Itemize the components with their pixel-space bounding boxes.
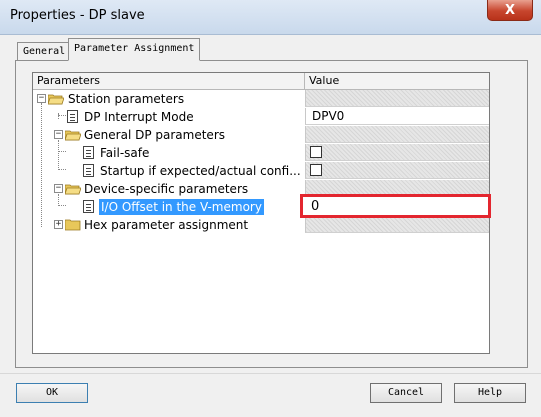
io-offset-value-field[interactable]: 0 (300, 194, 491, 218)
collapse-icon[interactable]: − (54, 130, 63, 139)
column-header-value[interactable]: Value (305, 73, 489, 89)
tree-label: Station parameters (68, 92, 185, 106)
expand-icon[interactable]: + (54, 220, 63, 229)
parameter-icon (83, 200, 94, 213)
tree-row-general-dp-parameters[interactable]: − General DP parameters (33, 126, 489, 144)
tree-label-selected: I/O Offset in the V-memory (99, 199, 264, 215)
io-offset-value: 0 (311, 199, 320, 214)
column-header-parameters[interactable]: Parameters (33, 73, 305, 89)
closed-folder-icon (65, 219, 81, 231)
value-cell (305, 216, 489, 233)
value-cell (305, 126, 489, 143)
tree-label: General DP parameters (84, 128, 225, 142)
divider (0, 373, 541, 374)
collapse-icon[interactable]: − (37, 94, 46, 103)
open-folder-icon (65, 130, 81, 141)
title-bar: Properties - DP slave X (0, 0, 541, 35)
tree-label: Startup if expected/actual confi... (100, 164, 301, 178)
tree-row-dp-interrupt-mode[interactable]: DP Interrupt Mode DPV0 (33, 108, 489, 126)
tree-row-startup[interactable]: Startup if expected/actual confi... (33, 162, 489, 180)
tree-row-fail-safe[interactable]: Fail-safe (33, 144, 489, 162)
parameter-icon (67, 110, 78, 123)
value-cell (305, 144, 489, 161)
value-cell (305, 90, 489, 107)
tree-label: DP Interrupt Mode (84, 110, 194, 124)
collapse-icon[interactable]: − (54, 184, 63, 193)
tab-parameter-assignment[interactable]: Parameter Assignment (68, 38, 201, 61)
window-title: Properties - DP slave (10, 8, 145, 23)
close-icon: X (504, 2, 516, 18)
tree-row-hex-parameter-assignment[interactable]: + Hex parameter assignment (33, 216, 489, 234)
open-folder-icon (65, 184, 81, 195)
parameter-icon (83, 164, 94, 177)
close-button[interactable]: X (487, 0, 533, 21)
parameter-icon (83, 146, 94, 159)
help-button[interactable]: Help (454, 383, 526, 403)
tree-label: Device-specific parameters (84, 182, 249, 196)
tab-general[interactable]: General (17, 42, 72, 60)
open-folder-icon (48, 94, 64, 105)
value-cell (305, 162, 489, 179)
tree-label: Fail-safe (100, 146, 150, 160)
fail-safe-checkbox[interactable] (310, 146, 322, 158)
grid-header: Parameters Value (33, 73, 489, 90)
tree-label: Hex parameter assignment (84, 218, 249, 232)
tree-row-station-parameters[interactable]: − Station parameters (33, 90, 489, 108)
ok-button[interactable]: OK (16, 383, 88, 403)
dp-interrupt-mode-value[interactable]: DPV0 (305, 108, 489, 125)
startup-checkbox[interactable] (310, 164, 322, 176)
cancel-button[interactable]: Cancel (370, 383, 442, 403)
